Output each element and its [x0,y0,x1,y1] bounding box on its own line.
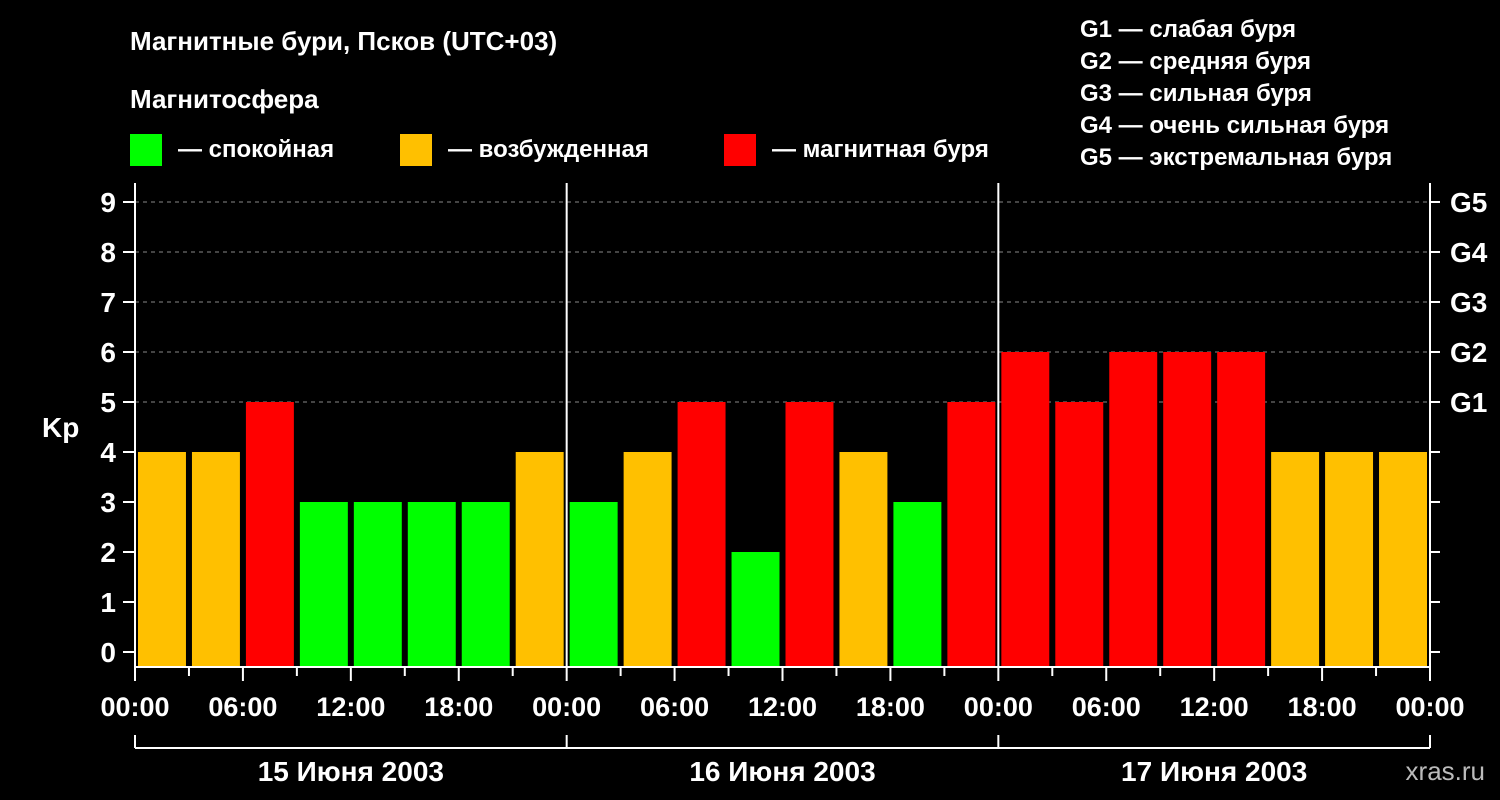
kp-bar [407,502,456,667]
kp-chart: Магнитные бури, Псков (UTC+03) Магнитосф… [42,16,1488,787]
g-level-label: G4 [1450,237,1488,268]
kp-bar [623,452,672,667]
g-level-label: G1 [1450,387,1487,418]
g-scale-g2: G2 — средняя буря [1080,48,1311,75]
chart-title: Магнитные бури, Псков (UTC+03) [130,26,557,56]
kp-bar [677,402,726,667]
kp-bar [138,452,186,667]
x-tick-label: 18:00 [424,692,493,722]
g-level-label: G2 [1450,337,1487,368]
watermark: xras.ru [1406,756,1485,786]
g-scale-g1: G1 — слабая буря [1080,16,1296,43]
x-tick-label: 18:00 [1288,692,1357,722]
y-tick-label: 2 [100,537,116,568]
kp-bar [1325,452,1374,667]
day-label: 15 Июня 2003 [258,756,444,787]
g-level-label: G3 [1450,287,1487,318]
legend-swatch-active [400,134,432,166]
x-tick-label: 00:00 [532,692,601,722]
y-tick-label: 9 [100,187,116,218]
kp-bar [461,502,510,667]
legend-label-active: — возбужденная [448,136,649,163]
kp-bar [1109,352,1158,667]
kp-bar [947,402,996,667]
y-axis-label: Kp [42,412,79,443]
kp-bar [1163,352,1212,667]
g-scale-g3: G3 — сильная буря [1080,80,1312,107]
x-tick-label: 00:00 [1395,692,1464,722]
kp-bar [1001,352,1050,667]
legend-swatch-storm [724,134,756,166]
y-tick-label: 0 [100,637,116,668]
x-tick-label: 12:00 [1180,692,1249,722]
kp-bar [785,402,834,667]
legend-swatch-quiet [130,134,162,166]
g-scale-g4: G4 — очень сильная буря [1080,112,1389,139]
kp-bar [1271,452,1320,667]
x-tick-label: 06:00 [640,692,709,722]
x-tick-label: 06:00 [208,692,277,722]
x-tick-label: 00:00 [964,692,1033,722]
kp-bar [515,452,564,667]
kp-bar [353,502,402,667]
day-label: 17 Июня 2003 [1121,756,1307,787]
x-tick-label: 18:00 [856,692,925,722]
y-tick-label: 1 [100,587,116,618]
x-tick-label: 00:00 [100,692,169,722]
kp-bar [569,502,618,667]
kp-bar [299,502,348,667]
kp-bar [731,552,780,667]
x-tick-label: 06:00 [1072,692,1141,722]
day-label: 16 Июня 2003 [689,756,875,787]
kp-bar [1217,352,1266,667]
y-tick-label: 7 [100,287,116,318]
kp-bar [1379,452,1427,667]
y-tick-label: 8 [100,237,116,268]
kp-bar [893,502,942,667]
kp-bar [1055,402,1104,667]
y-tick-label: 3 [100,487,116,518]
y-tick-label: 4 [100,437,116,468]
kp-bar [839,452,888,667]
g-scale-g5: G5 — экстремальная буря [1080,144,1392,171]
y-tick-label: 6 [100,337,116,368]
legend-label-storm: — магнитная буря [772,136,989,163]
legend-label-quiet: — спокойная [178,136,334,163]
x-tick-label: 12:00 [316,692,385,722]
plot-area: 0 1 2 3 4 5 6 7 8 9 G1 G2 G3 G4 G5 00:00 06:00 12:00 18:00… [100,183,1488,787]
kp-bar [191,452,240,667]
g-level-label: G5 [1450,187,1487,218]
legend-heading: Магнитосфера [130,84,319,114]
y-tick-label: 5 [100,387,116,418]
kp-bar [245,402,294,667]
x-tick-label: 12:00 [748,692,817,722]
